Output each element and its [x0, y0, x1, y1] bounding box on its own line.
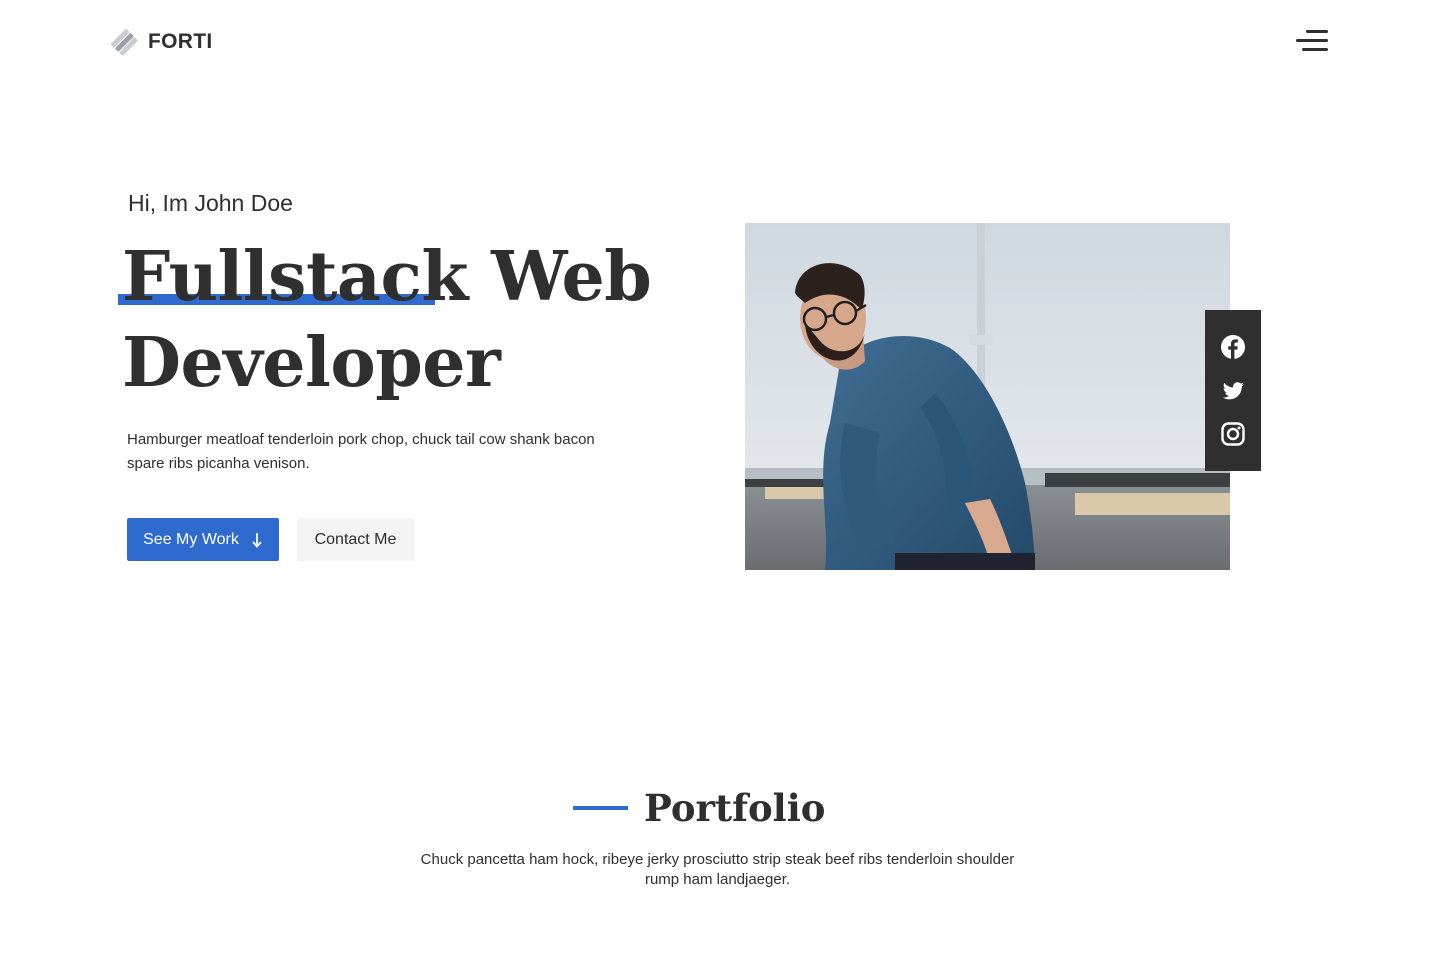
headline-word: Developer [122, 323, 501, 403]
logo-text: FORTI [148, 30, 213, 53]
menu-line [1302, 48, 1328, 51]
facebook-icon[interactable] [1220, 334, 1246, 360]
portrait-photo [745, 223, 1230, 570]
menu-line [1296, 39, 1328, 42]
see-my-work-label: See My Work [143, 530, 239, 548]
hero-greeting: Hi, Im John Doe [128, 190, 293, 216]
headline-word: Web [467, 237, 652, 317]
portfolio-description: Chuck pancetta ham hock, ribeye jerky pr… [420, 851, 1015, 888]
hero-lead: Hamburger meatloaf tenderloin pork chop,… [127, 431, 595, 472]
portfolio-header: Portfolio [573, 786, 825, 830]
contact-me-button[interactable]: Contact Me [297, 518, 414, 561]
diamond-stack-icon [110, 28, 138, 56]
logo[interactable]: FORTI [110, 28, 213, 56]
portfolio-title: Portfolio [644, 786, 826, 830]
hero-headline: Fullstack Web Developer [122, 234, 722, 406]
social-links [1205, 310, 1261, 471]
arrow-down-icon [252, 532, 262, 548]
page: FORTI Hi, Im John Doe Fullstack Web Deve… [0, 0, 1440, 960]
menu-line [1306, 30, 1328, 33]
hamburger-menu-icon[interactable] [1294, 28, 1328, 54]
headline-highlight-word: Fullstack [122, 237, 468, 317]
twitter-icon[interactable] [1220, 378, 1246, 404]
portfolio-accent-line [573, 806, 628, 810]
instagram-icon[interactable] [1220, 421, 1246, 447]
see-my-work-button[interactable]: See My Work [127, 518, 279, 561]
